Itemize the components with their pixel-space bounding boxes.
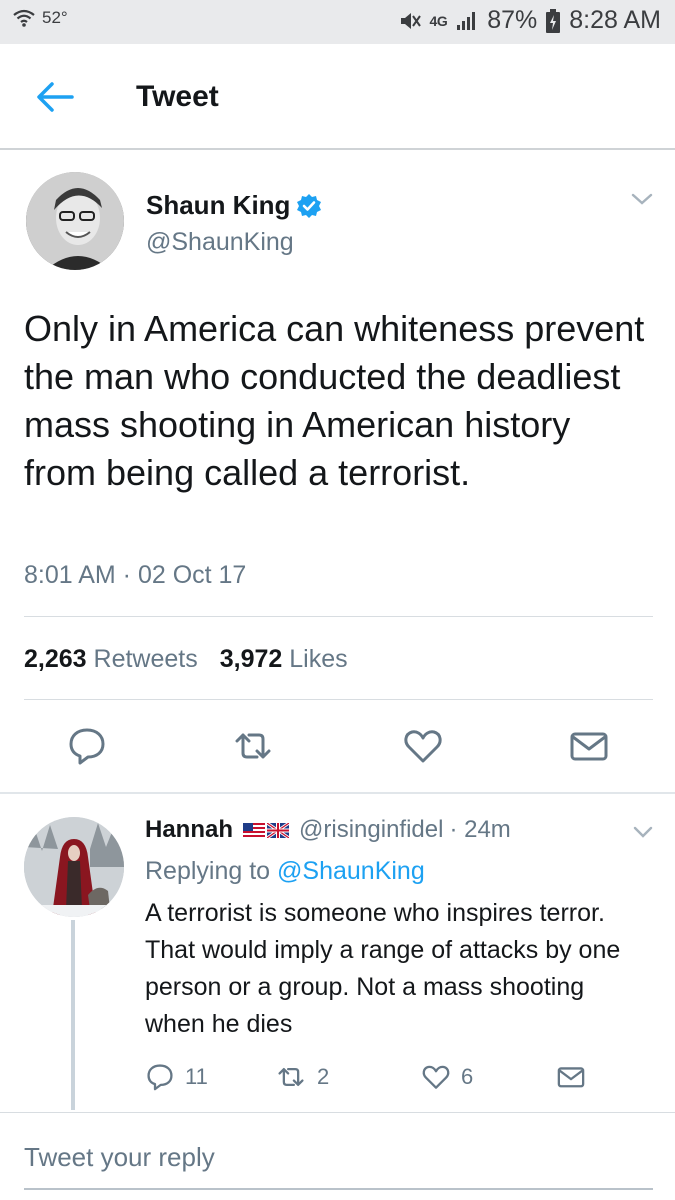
tweet-timestamp: 8:01 AM · 02 Oct 17 <box>24 561 247 589</box>
status-bar: 52° 4G 87% 8:28 AM <box>0 0 675 44</box>
like-heart-icon <box>422 1065 450 1089</box>
profile-photo <box>26 172 124 270</box>
divider <box>24 699 653 700</box>
app-header: Tweet <box>0 44 675 150</box>
reply-author-handle[interactable]: @risinginfidel <box>299 816 443 844</box>
battery-icon <box>546 8 561 33</box>
compose-underline <box>24 1188 653 1190</box>
like-heart-icon[interactable] <box>402 725 444 767</box>
divider <box>0 792 675 794</box>
thread-line <box>71 920 75 1110</box>
divider <box>0 1112 675 1113</box>
chevron-down-icon[interactable] <box>632 824 654 840</box>
reply-dm-button[interactable] <box>555 1062 587 1092</box>
arrow-left-icon[interactable] <box>34 80 74 114</box>
replying-to-mention[interactable]: @ShaunKing <box>277 857 425 885</box>
reply-time: · 24m <box>449 816 511 843</box>
retweet-count: 2 <box>317 1064 330 1089</box>
reply-count: 11 <box>185 1064 208 1089</box>
like-count: 6 <box>461 1064 474 1089</box>
verified-badge-icon <box>297 193 322 218</box>
likes-label: Likes <box>289 645 348 673</box>
author-name-text: Shaun King <box>146 190 291 220</box>
tweet-actions <box>0 725 675 769</box>
us-flag-icon <box>243 822 266 838</box>
reply-header: Hannah @risinginfidel · 24m <box>145 816 511 844</box>
retweets-stat[interactable]: 2,263 Retweets <box>24 645 198 674</box>
wifi-icon <box>13 9 35 27</box>
chevron-down-icon[interactable] <box>630 190 654 208</box>
clock: 8:28 AM <box>569 6 661 34</box>
page-title: Tweet <box>136 80 219 113</box>
reply-icon[interactable] <box>66 725 108 767</box>
likes-stat[interactable]: 3,972 Likes <box>220 645 348 674</box>
retweets-count: 2,263 <box>24 645 87 673</box>
reply-avatar[interactable] <box>24 817 124 917</box>
replying-to: Replying to @ShaunKing <box>145 857 425 886</box>
reply-retweet-button[interactable]: 2 <box>275 1062 329 1092</box>
temperature-text: 52° <box>42 8 68 27</box>
reply-author-name[interactable]: Hannah <box>145 816 233 844</box>
retweet-icon <box>278 1068 304 1086</box>
battery-percent: 87% <box>487 6 538 34</box>
retweets-label: Retweets <box>93 645 198 673</box>
tweet-stats: 2,263 Retweets 3,972 Likes <box>24 645 348 674</box>
reply-like-button[interactable]: 6 <box>421 1062 473 1092</box>
author-name[interactable]: Shaun King <box>146 190 322 221</box>
network-type: 4G <box>429 12 448 29</box>
divider <box>24 616 653 617</box>
reply-actions: 11 2 6 <box>145 1062 645 1092</box>
author-handle[interactable]: @ShaunKing <box>146 228 294 257</box>
uk-flag-icon <box>267 822 290 838</box>
tweet-text: Only in America can whiteness prevent th… <box>24 308 645 493</box>
avatar[interactable] <box>26 172 124 270</box>
replying-prefix: Replying to <box>145 857 271 885</box>
flag-icons <box>243 822 290 838</box>
mute-icon <box>400 12 421 29</box>
retweet-icon[interactable] <box>232 725 274 767</box>
likes-count: 3,972 <box>219 645 283 673</box>
direct-message-icon <box>557 1067 585 1088</box>
reply-text: A terrorist is someone who inspires terr… <box>145 899 621 1038</box>
direct-message-icon[interactable] <box>568 725 610 767</box>
reply-compose-input[interactable]: Tweet your reply <box>24 1142 215 1173</box>
reply-icon <box>147 1064 173 1091</box>
reply-reply-button[interactable]: 11 <box>145 1062 208 1092</box>
reply-profile-photo <box>24 817 124 917</box>
signal-icon <box>457 11 476 30</box>
